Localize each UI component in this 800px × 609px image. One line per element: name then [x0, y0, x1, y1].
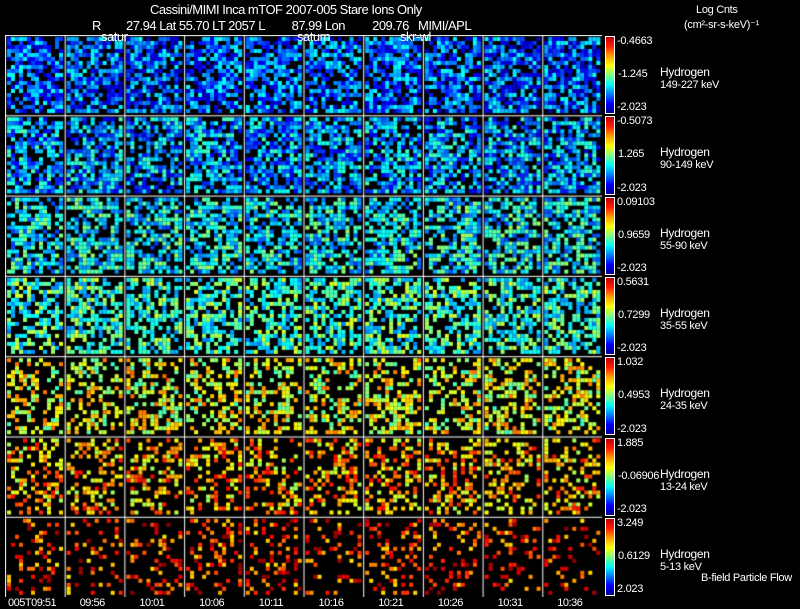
colorbar — [605, 36, 615, 115]
time-tick-label: 10:11 — [258, 597, 284, 609]
l-label: L — [258, 18, 265, 33]
lat-value: 55.70 — [178, 18, 210, 33]
heatmap-grid — [5, 35, 602, 597]
colorbar-min: -2.023 — [617, 422, 647, 435]
time-tick-label: 10:06 — [199, 597, 225, 609]
species-label: Hydrogen — [660, 386, 710, 401]
units-expression: (cm²-sr-s-keV)⁻¹ — [684, 19, 759, 31]
colorbar — [605, 276, 615, 356]
colorbar-max: 1.885 — [617, 436, 644, 449]
plot-title: Cassini/MIMI Inca mTOF 2007-005 Stare Io… — [150, 2, 422, 17]
legend-note: B-field Particle Flow — [701, 572, 792, 584]
colorbar-mid: 0.6129 — [618, 549, 650, 562]
colorbar-mid: 0.9659 — [618, 228, 650, 241]
time-tick-label: 10:31 — [497, 597, 524, 609]
colorbar-mid: 1.265 — [618, 148, 645, 161]
energy-label: 55-90 keV — [660, 239, 708, 252]
time-tick-label: 10:21 — [378, 597, 404, 609]
species-label: Hydrogen — [660, 65, 710, 79]
energy-label: 35-55 keV — [660, 319, 708, 332]
colorbar-mid: 0.4953 — [618, 389, 650, 402]
colorbar-mid: -1.245 — [618, 68, 648, 80]
lt-value: 2057 — [228, 18, 256, 33]
colorbar-max: -0.4663 — [617, 35, 653, 47]
energy-label: 149-227 keV — [660, 79, 720, 91]
colorbar — [605, 196, 615, 275]
colorbar-min: -2.023 — [617, 261, 647, 274]
colorbar-min: -2.023 — [617, 101, 647, 114]
time-tick-label: 10:16 — [318, 597, 345, 609]
species-label: Hydrogen — [660, 546, 710, 561]
colorbar — [605, 116, 615, 195]
colorbar-max: 0.09103 — [617, 195, 655, 208]
energy-label: 24-35 keV — [660, 400, 708, 413]
time-tick-label: 10:36 — [557, 597, 583, 609]
species-label: Hydrogen — [660, 466, 710, 481]
overlay-label: satur — [101, 29, 128, 44]
units-label: Log Cnts — [696, 4, 738, 16]
species-label: Hydrogen — [660, 145, 710, 160]
time-tick-label: 10:26 — [437, 597, 464, 609]
overlay-label: saturn — [297, 29, 331, 44]
overlay-label: skr-wl — [400, 29, 431, 44]
r-label: R — [92, 18, 101, 33]
colorbar — [605, 357, 615, 436]
species-label: Hydrogen — [660, 225, 710, 240]
lt-label: LT — [212, 18, 226, 33]
lat-label: Lat — [159, 18, 176, 33]
time-tick-label: 09:56 — [79, 597, 106, 609]
colorbar-mid: 0.7299 — [618, 308, 650, 321]
colorbar-max: 1.032 — [617, 356, 644, 369]
energy-label: 13-24 keV — [660, 480, 708, 493]
species-label: Hydrogen — [660, 305, 710, 320]
colorbar-max: 0.5631 — [617, 275, 649, 288]
colorbar-min: -2.023 — [617, 502, 647, 515]
colorbar-min: -2.023 — [617, 181, 647, 194]
colorbar-max: 3.249 — [617, 516, 644, 529]
energy-label: 90-149 keV — [660, 159, 714, 172]
energy-label: 5-13 keV — [660, 560, 702, 573]
time-tick-label: 005T09:51 — [8, 597, 57, 609]
colorbar-min: 2.023 — [617, 583, 644, 596]
colorbar — [605, 437, 615, 516]
time-tick-label: 10:01 — [139, 597, 165, 609]
colorbar-min: -2.023 — [617, 342, 647, 355]
colorbar — [605, 517, 615, 597]
colorbar-max: -0.5073 — [617, 115, 653, 128]
colorbar-mid: -0.06906 — [618, 469, 660, 482]
r-value: 27.94 — [126, 18, 157, 33]
